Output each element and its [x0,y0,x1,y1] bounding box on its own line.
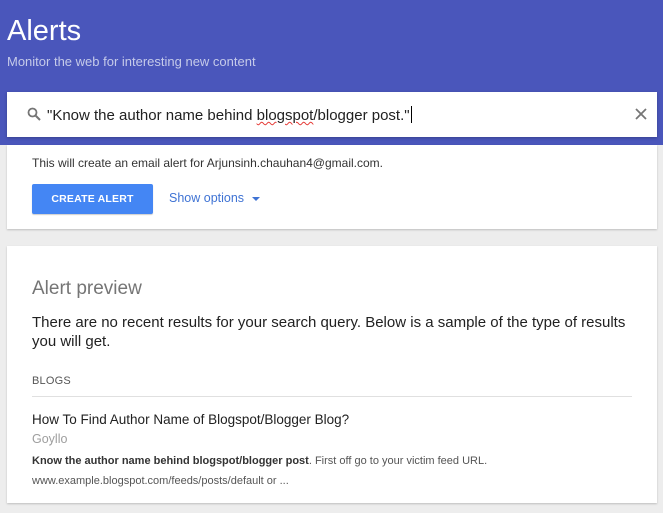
search-icon [27,107,41,121]
alert-preview-title: Alert preview [32,278,142,299]
create-alert-card: This will create an email alert for Arju… [7,145,657,229]
show-options-link[interactable]: Show options [169,191,261,206]
section-label-blogs: BLOGS [32,375,71,387]
query-text-end: /blogger post." [313,107,410,124]
query-text-start: "Know the author name behind [47,107,257,124]
create-alert-button[interactable]: CREATE ALERT [32,184,153,214]
text-cursor [410,106,412,123]
no-results-message: There are no recent results for your sea… [32,314,626,350]
query-misspelled-word: blogspot [256,107,314,124]
page-subtitle: Monitor the web for interesting new cont… [7,54,256,69]
result-source: Goyllo [32,432,68,446]
result-title-link[interactable]: How To Find Author Name of Blogspot/Blog… [32,411,349,428]
email-alert-note: This will create an email alert for Arju… [32,156,384,170]
result-snippet: Know the author name behind blogspot/blo… [32,455,487,468]
result-url: www.example.blogspot.com/feeds/posts/def… [32,475,289,487]
search-bar[interactable]: "Know the author name behind blogspot/bl… [7,92,657,137]
snippet-text: . First off go to your victim feed URL. [308,455,488,467]
search-input[interactable]: "Know the author name behind blogspot/bl… [47,106,412,125]
close-icon[interactable] [634,107,648,121]
section-divider [32,396,632,397]
snippet-highlight: Know the author name behind blogspot/blo… [32,455,309,467]
show-options-label: Show options [169,191,245,205]
page-title: Alerts [7,15,82,47]
chevron-down-icon [252,196,261,201]
alert-preview-card: Alert preview There are no recent result… [7,246,657,503]
